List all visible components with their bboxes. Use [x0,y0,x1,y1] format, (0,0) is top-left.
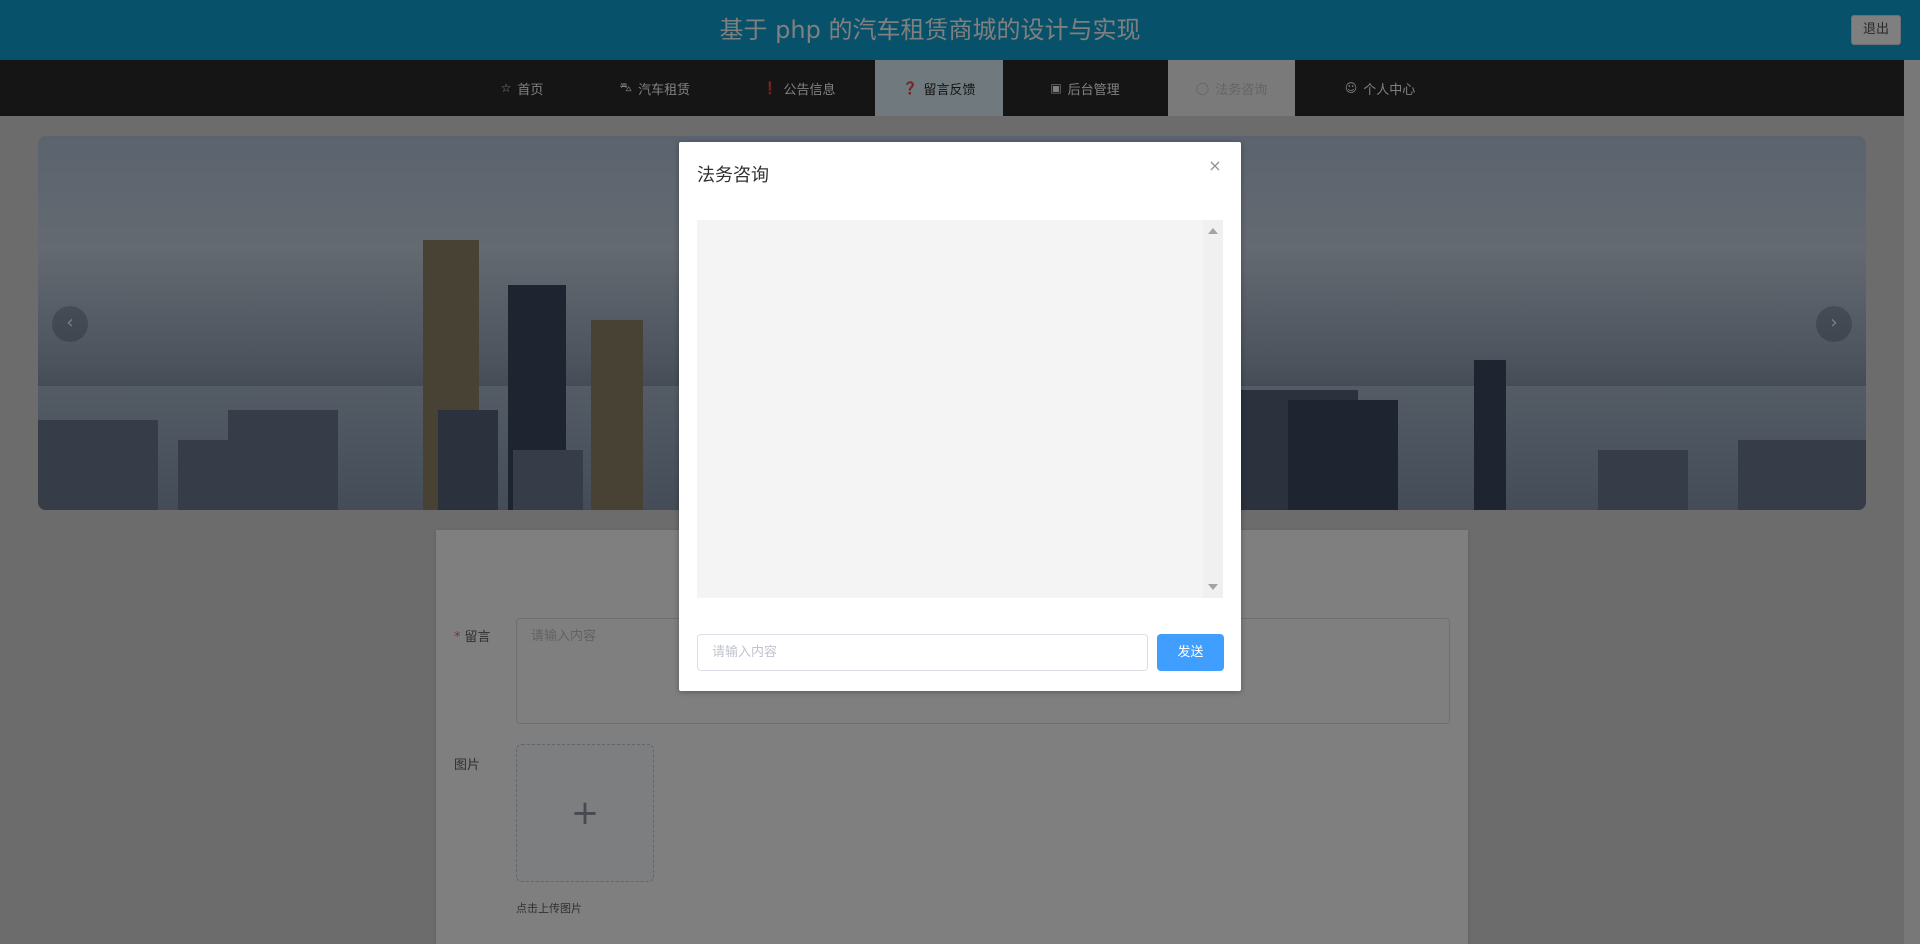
send-button[interactable]: 发送 [1157,634,1224,671]
dialog-title: 法务咨询 [697,165,769,186]
close-icon[interactable]: × [1205,156,1225,176]
chat-messages-area[interactable] [697,220,1223,598]
chat-scrollbar[interactable] [1203,220,1223,598]
legal-consult-dialog: 法务咨询 × 请输入内容 发送 [679,142,1241,691]
scroll-down-icon[interactable] [1208,584,1218,590]
scroll-up-icon[interactable] [1208,228,1218,234]
chat-input[interactable]: 请输入内容 [697,634,1148,671]
